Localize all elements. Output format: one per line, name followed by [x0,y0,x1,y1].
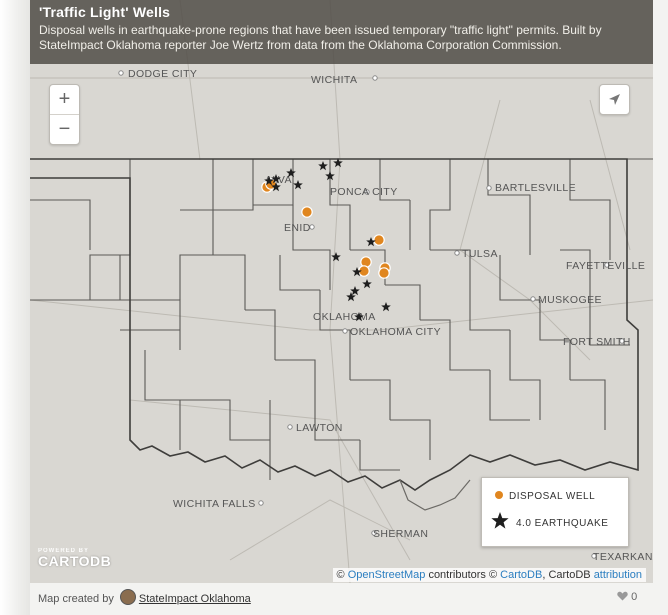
city-bartlesville: BARTLESVILLE [495,182,576,194]
city-fayetteville: FAYETTEVILLE [566,260,645,272]
earthquake-marker[interactable] [331,252,341,262]
city-dodge-city: DODGE CITY [128,68,197,80]
page-frame: DODGE CITY WICHITA ENID PONCA CITY BARTL… [0,0,668,615]
likes-counter[interactable]: 0 [617,591,637,603]
zoom-out-button[interactable]: − [50,114,79,144]
legend-disposal-row: DISPOSAL WELL [494,490,595,502]
attribution-contributors: contributors © [428,569,498,581]
city-enid: ENID [284,222,311,234]
city-tulsa: TULSA [462,248,498,260]
map-description: Disposal wells in earthquake-prone regio… [39,23,602,52]
cartodb-wordmark: CARTODB [38,553,112,569]
attribution-copyright: © [336,569,345,581]
legend-disposal-label: DISPOSAL WELL [509,491,596,502]
author-link[interactable]: StateImpact Oklahoma [139,593,251,605]
city-oklahoma: OKLAHOMA [313,311,376,323]
earthquake-marker[interactable] [318,161,328,171]
heart-icon [617,591,628,601]
map-header: 'Traffic Light' Wells Disposal wells in … [30,0,653,64]
city-sherman: SHERMAN [373,528,428,540]
city-wichita: WICHITA [311,74,357,86]
disposal-well-swatch [495,491,503,499]
city-fort-smith: FORT SMITH [563,336,631,348]
attribution-link[interactable]: attribution [594,569,642,581]
city-oklahoma-city: OKLAHOMA CITY [350,326,441,338]
earthquake-marker[interactable] [381,302,391,312]
legend-earthquake-row: 4.0 EARTHQUAKE [490,511,608,531]
locate-button[interactable] [599,84,630,115]
map-title: 'Traffic Light' Wells [39,4,171,20]
earthquake-marker[interactable] [362,279,372,289]
disposal-well-marker[interactable] [373,234,385,246]
created-by-label: Map created by [38,593,114,605]
legend-earthquake-label: 4.0 EARTHQUAKE [516,518,609,529]
disposal-well-marker[interactable] [378,267,390,279]
map-canvas[interactable]: DODGE CITY WICHITA ENID PONCA CITY BARTL… [30,0,653,583]
city-lawton: LAWTON [296,422,343,434]
cartodb-link[interactable]: CartoDB [500,569,542,581]
disposal-well-marker[interactable] [301,206,313,218]
zoom-in-button[interactable]: + [50,85,79,114]
map-footer: Map created by StateImpact Oklahoma [38,589,251,605]
likes-count: 0 [631,591,638,603]
location-arrow-icon [609,94,620,105]
author-avatar[interactable] [119,589,136,605]
zoom-control: + − [49,84,80,145]
map-legend: DISPOSAL WELL 4.0 EARTHQUAKE [481,477,629,547]
map-attribution: © OpenStreetMap contributors © CartoDB, … [332,568,646,582]
city-wichita-falls: WICHITA FALLS [173,498,256,510]
earthquake-star-icon [491,512,509,529]
city-muskogee: MUSKOGEE [538,294,602,306]
city-ponca-city: PONCA CITY [330,186,398,198]
city-texarkana: TEXARKANA [593,551,653,563]
attribution-cartodb-text: , CartoDB [542,569,591,581]
powered-by-text: POWERED BY [38,548,90,554]
left-shadow [0,0,30,615]
cartodb-logo[interactable]: POWERED BY CARTODB [38,548,111,568]
osm-link[interactable]: OpenStreetMap [348,569,426,581]
earthquake-marker[interactable] [293,180,303,190]
